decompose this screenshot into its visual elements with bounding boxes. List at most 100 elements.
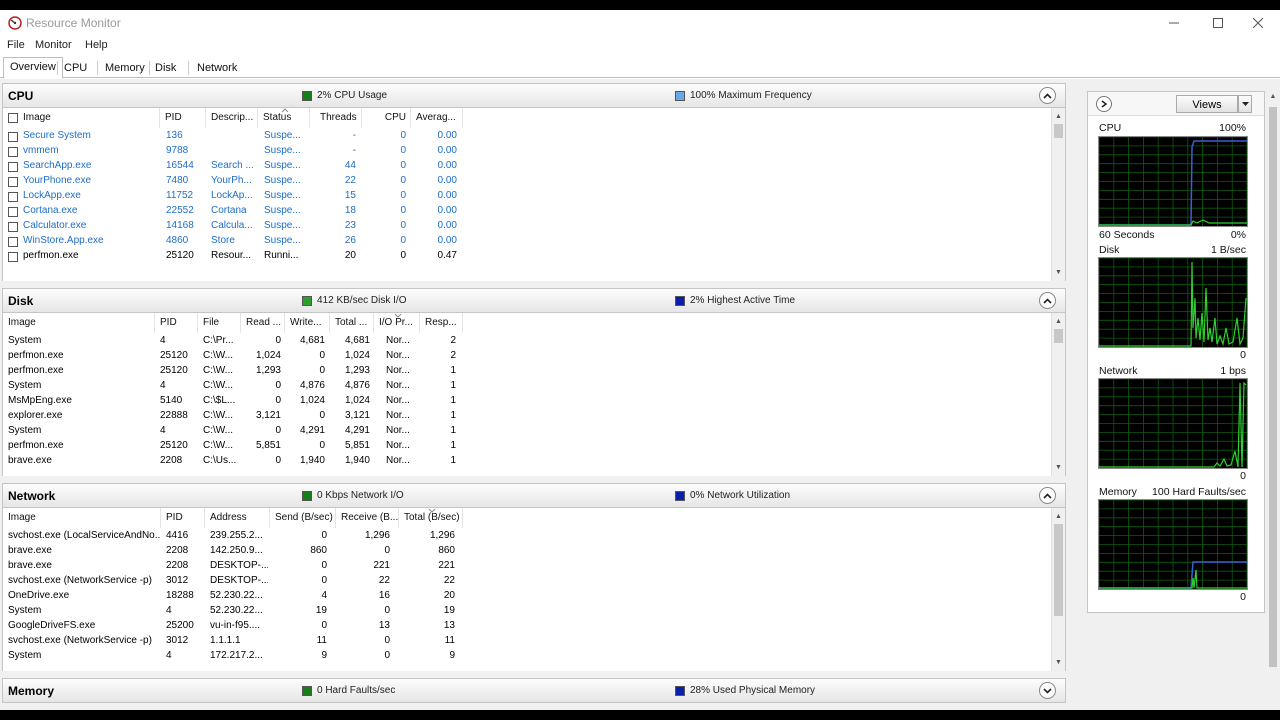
- process-checkbox[interactable]: [8, 147, 18, 157]
- table-cell[interactable]: brave.exe: [8, 545, 160, 560]
- menu-help[interactable]: Help: [85, 39, 108, 51]
- column-header-file[interactable]: File: [198, 313, 241, 333]
- table-cell: 0: [275, 380, 281, 391]
- table-cell[interactable]: perfmon.exe: [8, 350, 153, 365]
- disk-collapse-button[interactable]: [1039, 292, 1056, 309]
- column-header-receive[interactable]: Receive (B...: [336, 508, 399, 528]
- table-cell[interactable]: Cortana.exe: [23, 205, 158, 220]
- scroll-thumb[interactable]: [1269, 107, 1277, 667]
- table-cell[interactable]: System: [8, 425, 153, 440]
- table-cell[interactable]: OneDrive.exe: [8, 590, 160, 605]
- network-section-header[interactable]: Network 0 Kbps Network I/O 0% Network Ut…: [2, 483, 1066, 508]
- tab-disk[interactable]: Disk: [148, 58, 183, 78]
- window-scrollbar[interactable]: ▲: [1266, 91, 1280, 710]
- table-cell[interactable]: SearchApp.exe: [23, 160, 158, 175]
- process-checkbox[interactable]: [8, 162, 18, 172]
- column-header-io-priority[interactable]: I/O Pr...: [374, 313, 420, 333]
- column-header-image[interactable]: Image: [3, 313, 155, 333]
- process-checkbox[interactable]: [8, 252, 18, 262]
- cpu-frequency-legend: 100% Maximum Frequency: [675, 90, 812, 101]
- table-cell[interactable]: System: [8, 605, 160, 620]
- table-cell: 52.230.22...: [210, 590, 263, 601]
- tab-memory[interactable]: Memory: [98, 58, 152, 78]
- column-header-cpu[interactable]: CPU: [362, 108, 411, 128]
- scroll-thumb[interactable]: [1054, 329, 1063, 343]
- network-table-scrollbar[interactable]: ▲ ▼: [1051, 508, 1065, 671]
- table-cell[interactable]: WinStore.App.exe: [23, 235, 158, 250]
- disk-table-scrollbar[interactable]: ▲ ▼: [1051, 313, 1065, 476]
- maximize-button[interactable]: [1196, 10, 1240, 36]
- table-cell[interactable]: brave.exe: [8, 560, 160, 575]
- table-cell[interactable]: System: [8, 650, 160, 665]
- column-header-address[interactable]: Address: [205, 508, 270, 528]
- scroll-down-arrow-icon[interactable]: ▼: [1052, 656, 1065, 668]
- column-header-pid[interactable]: PID: [161, 508, 205, 528]
- process-checkbox[interactable]: [8, 207, 18, 217]
- scroll-thumb[interactable]: [1054, 524, 1063, 616]
- column-header-image[interactable]: Image: [3, 508, 161, 528]
- scroll-down-arrow-icon[interactable]: ▼: [1052, 266, 1065, 278]
- table-cell[interactable]: MsMpEng.exe: [8, 395, 153, 410]
- minimize-button[interactable]: [1152, 10, 1196, 36]
- views-dropdown-button[interactable]: [1238, 95, 1252, 113]
- table-cell[interactable]: System: [8, 380, 153, 395]
- scroll-thumb[interactable]: [1054, 124, 1063, 138]
- cpu-section-header[interactable]: CPU 2% CPU Usage 100% Maximum Frequency: [2, 83, 1066, 108]
- table-cell: 25120: [160, 365, 188, 376]
- network-collapse-button[interactable]: [1039, 487, 1056, 504]
- table-cell[interactable]: Secure System: [23, 130, 158, 145]
- scroll-up-arrow-icon[interactable]: ▲: [1052, 110, 1065, 122]
- tab-network[interactable]: Network: [190, 58, 244, 78]
- process-checkbox[interactable]: [8, 192, 18, 202]
- table-cell[interactable]: LockApp.exe: [23, 190, 158, 205]
- table-cell[interactable]: svchost.exe (NetworkService -p): [8, 635, 160, 650]
- table-cell[interactable]: System: [8, 335, 153, 350]
- table-cell[interactable]: perfmon.exe: [23, 250, 158, 265]
- memory-section-header[interactable]: Memory 0 Hard Faults/sec 28% Used Physic…: [2, 678, 1066, 703]
- column-header-average-cpu[interactable]: Averag...: [411, 108, 463, 128]
- table-cell: 9: [321, 650, 327, 661]
- scroll-up-arrow-icon[interactable]: ▲: [1266, 93, 1280, 103]
- collapse-pane-button[interactable]: [1096, 96, 1112, 112]
- table-cell: 4,876: [344, 380, 370, 391]
- column-header-pid[interactable]: PID: [160, 108, 206, 128]
- table-cell[interactable]: explorer.exe: [8, 410, 153, 425]
- column-header-pid[interactable]: PID: [155, 313, 198, 333]
- views-button[interactable]: Views: [1176, 95, 1238, 113]
- process-checkbox[interactable]: [8, 132, 18, 142]
- cpu-collapse-button[interactable]: [1039, 87, 1056, 104]
- column-header-total[interactable]: Total (B/sec): [399, 508, 463, 528]
- column-header-response-time[interactable]: Resp...: [420, 313, 463, 333]
- column-header-threads[interactable]: Threads: [310, 108, 362, 128]
- scroll-down-arrow-icon[interactable]: ▼: [1052, 461, 1065, 473]
- process-checkbox[interactable]: [8, 222, 18, 232]
- scroll-up-arrow-icon[interactable]: ▲: [1052, 510, 1065, 522]
- memory-expand-button[interactable]: [1039, 682, 1056, 699]
- table-cell[interactable]: vmmem: [23, 145, 158, 160]
- table-cell[interactable]: Calculator.exe: [23, 220, 158, 235]
- graph-grid: [1098, 378, 1248, 468]
- table-cell[interactable]: YourPhone.exe: [23, 175, 158, 190]
- table-cell[interactable]: GoogleDriveFS.exe: [8, 620, 160, 635]
- column-header-total[interactable]: Total ...: [330, 313, 374, 333]
- column-header-read[interactable]: Read ...: [241, 313, 285, 333]
- tab-overview[interactable]: Overview: [3, 57, 63, 79]
- column-header-write[interactable]: Write...: [285, 313, 330, 333]
- table-cell[interactable]: svchost.exe (NetworkService -p): [8, 575, 160, 590]
- scroll-up-arrow-icon[interactable]: ▲: [1052, 315, 1065, 327]
- table-cell[interactable]: perfmon.exe: [8, 440, 153, 455]
- menu-file[interactable]: File: [7, 39, 25, 51]
- column-header-description[interactable]: Descrip...: [206, 108, 258, 128]
- column-header-image[interactable]: Image: [3, 108, 160, 128]
- table-cell[interactable]: svchost.exe (LocalServiceAndNo...: [8, 530, 160, 545]
- disk-section-header[interactable]: Disk 412 KB/sec Disk I/O 2% Highest Acti…: [2, 288, 1066, 313]
- process-checkbox[interactable]: [8, 177, 18, 187]
- menu-monitor[interactable]: Monitor: [35, 39, 72, 51]
- table-cell[interactable]: brave.exe: [8, 455, 153, 470]
- column-header-send[interactable]: Send (B/sec): [270, 508, 336, 528]
- tab-cpu[interactable]: CPU: [57, 58, 94, 78]
- cpu-table-scrollbar[interactable]: ▲ ▼: [1051, 108, 1065, 281]
- table-cell[interactable]: perfmon.exe: [8, 365, 153, 380]
- close-button[interactable]: [1236, 10, 1280, 36]
- process-checkbox[interactable]: [8, 237, 18, 247]
